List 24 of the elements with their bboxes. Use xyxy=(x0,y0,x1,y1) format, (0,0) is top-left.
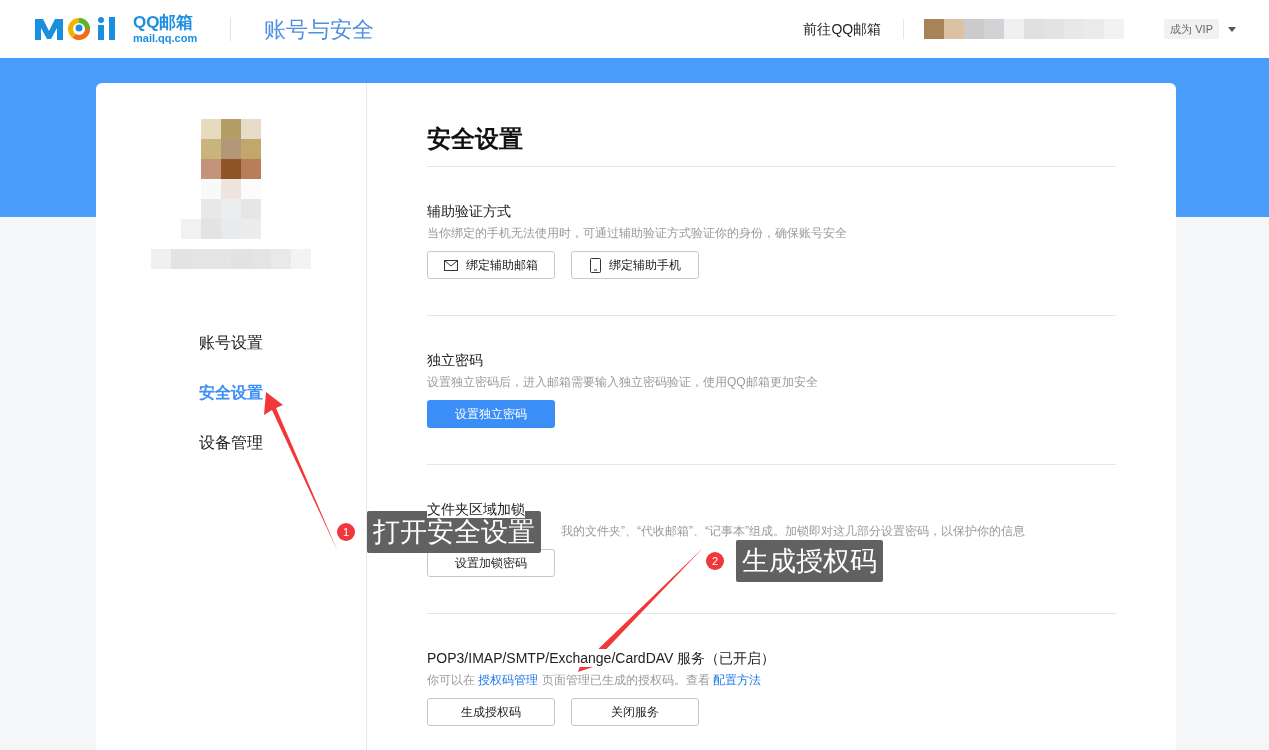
setting-title: 辅助验证方式 xyxy=(427,202,511,220)
inline-link[interactable]: 配置方法 xyxy=(713,673,761,687)
mail-icon xyxy=(444,259,458,271)
dropdown-caret-icon[interactable] xyxy=(1228,26,1236,32)
setting-description: 你可以在 授权码管理 页面管理已生成的授权码。查看 配置方法 xyxy=(427,672,762,688)
phone-icon xyxy=(589,257,601,273)
sidebar-item[interactable]: 设备管理 xyxy=(199,431,263,455)
sidebar-item[interactable]: 账号设置 xyxy=(199,331,263,355)
setting-title: 独立密码 xyxy=(427,351,483,369)
page-title: 账号与安全 xyxy=(264,15,375,44)
setting-description: 设置独立密码后，进入邮箱需要输入独立密码验证，使用QQ邮箱更加安全 xyxy=(427,374,819,390)
action-button[interactable]: 绑定辅助邮箱 xyxy=(427,251,555,279)
action-button[interactable]: 关闭服务 xyxy=(571,698,699,726)
action-button[interactable]: 绑定辅助手机 xyxy=(571,251,699,279)
callout-label: 生成授权码 xyxy=(736,540,883,582)
logo-domain: mail.qq.com xyxy=(133,33,198,44)
logo-text: QQ邮箱 xyxy=(133,14,195,31)
setting-description: 我的文件夹”、“代收邮箱”、“记事本”组成。加锁即对这几部分设置密码，以保护你的信息 xyxy=(561,523,1026,539)
section-heading: 安全设置 xyxy=(427,123,1116,167)
setting-description: 当你绑定的手机无法使用时，可通过辅助验证方式验证你的身份，确保账号安全 xyxy=(427,225,848,241)
goto-mail-link[interactable]: 前往QQ邮箱 xyxy=(803,18,882,40)
action-button[interactable]: 生成授权码 xyxy=(427,698,555,726)
vip-badge[interactable]: 成为 VIP xyxy=(1164,18,1219,40)
inline-link[interactable]: 授权码管理 xyxy=(478,673,539,687)
